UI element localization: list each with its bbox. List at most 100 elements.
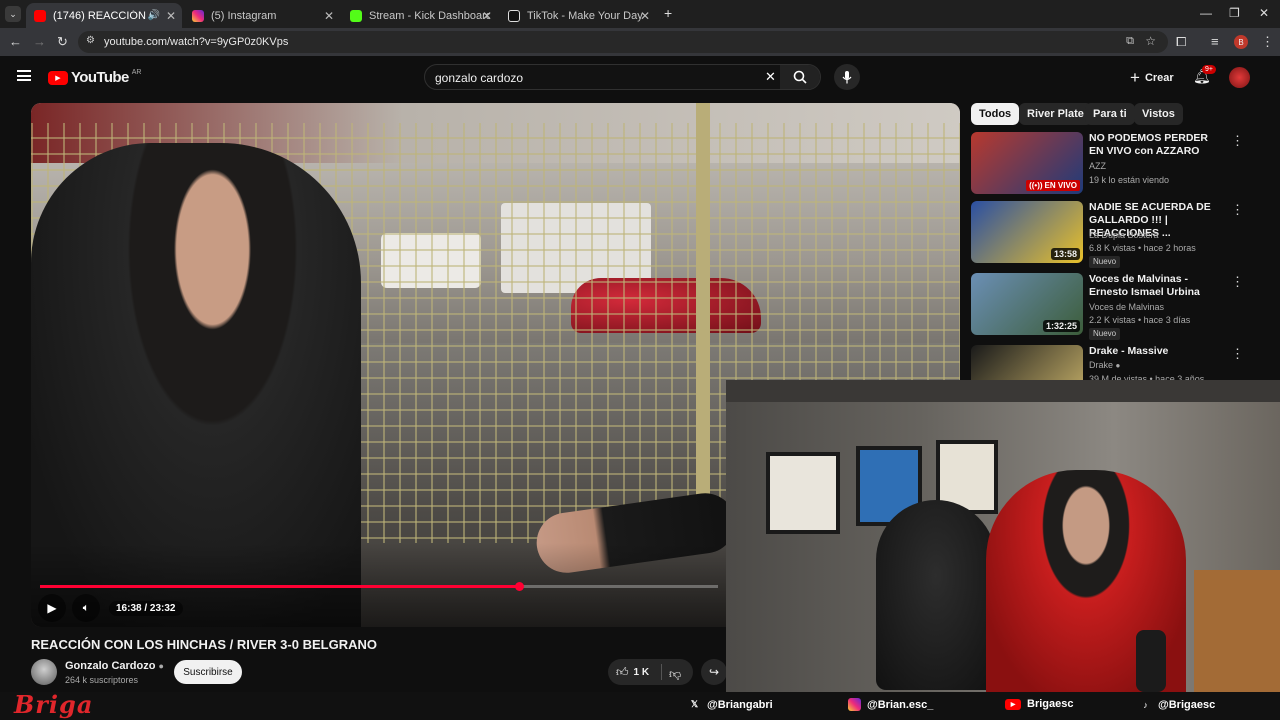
reload-icon[interactable]: ↻ [57,34,68,50]
duration-badge: 13:58 [1050,248,1080,260]
chip-label: Todos [979,108,1012,120]
tab-title: (1746) REACCIÓN CON LOS [53,9,153,22]
webcam-poster [766,452,840,534]
rec-thumbnail[interactable]: 1:32:25 [971,273,1083,335]
brand-logo: Briga [14,690,94,719]
hamburger-menu-icon[interactable] [17,70,31,81]
x-icon: 𝕏 [690,699,699,709]
channel-avatar[interactable] [31,659,57,685]
thumbs-up-icon: 👍︎ [616,665,629,679]
webcam-desk [1194,570,1280,692]
more-actions-icon[interactable]: ⋮ [1231,346,1244,362]
clear-search-icon[interactable]: ✕ [765,69,776,85]
tiktok-icon: ♪ [1143,699,1148,710]
play-icon: ▶ [47,601,57,615]
subscriber-count: 264 k suscriptores [65,675,139,685]
browser-menu-icon[interactable]: ⋮ [1261,34,1274,50]
social-handle: @Brian.esc_ [867,698,934,711]
browser-tab-youtube[interactable]: (1746) REACCIÓN CON LOS 🔊 ✕ [26,3,182,28]
dislike-button[interactable]: 👎︎ [669,665,681,683]
play-button[interactable]: ▶ [38,594,66,622]
close-window-icon[interactable]: ✕ [1259,6,1269,20]
url-text: youtube.com/watch?v=9yGP0z0KVps [104,36,289,48]
subscribe-button[interactable]: Suscribirse [174,660,242,684]
new-tab-button[interactable]: + [664,5,672,21]
close-tab-icon[interactable]: ✕ [640,9,650,23]
install-app-icon[interactable]: ⧉ [1126,35,1134,48]
back-icon[interactable]: ← [9,34,22,49]
address-bar[interactable]: ⚙ youtube.com/watch?v=9yGP0z0KVps ⧉ ☆ [78,31,1168,53]
rec-channel-text: Drake [1089,360,1114,370]
share-icon: ↪ [708,665,720,679]
youtube-logo[interactable]: ▶ YouTube AR [48,69,141,86]
voice-search-button[interactable] [834,64,860,90]
close-tab-icon[interactable]: ✕ [482,9,492,23]
volume-button[interactable]: 🔈︎ [72,594,100,622]
rec-channel[interactable]: La Dupla Bostera [1089,230,1159,240]
video-title: REACCIÓN CON LOS HINCHAS / RIVER 3-0 BEL… [31,637,377,652]
create-label: Crear [1144,72,1174,84]
notifications-button[interactable]: 🔔︎ 9+ [1193,65,1216,86]
minimize-icon[interactable]: — [1200,6,1212,20]
notification-count-badge: 9+ [1202,65,1216,74]
youtube-icon: ▶ [1005,698,1021,710]
close-tab-icon[interactable]: ✕ [324,9,334,23]
live-badge: ((•)) EN VIVO [1026,180,1080,191]
divider [661,664,662,680]
browser-tab-kick[interactable]: Stream - Kick Dashboard ✕ [342,3,498,28]
close-tab-icon[interactable]: ✕ [166,9,176,23]
channel-name-text: Gonzalo Cardozo [65,660,156,672]
site-info-icon[interactable]: ⚙ [86,35,95,46]
more-actions-icon[interactable]: ⋮ [1231,133,1244,149]
rec-thumbnail[interactable]: 13:58 [971,201,1083,263]
region-code: AR [131,69,142,76]
share-button[interactable]: ↪ [701,659,727,685]
browser-tab-tiktok[interactable]: TikTok - Make Your Day ✕ [500,3,656,28]
extensions-icon[interactable]: ⧠ [1176,34,1186,50]
verified-icon: ● [1115,361,1121,370]
search-icon [793,70,807,84]
search-button[interactable] [780,65,820,89]
forward-icon[interactable]: → [33,34,46,49]
instagram-icon [192,9,204,22]
social-x: 𝕏 @Briangabri [688,698,773,711]
social-handle: @Brigaesc [1158,698,1216,711]
more-actions-icon[interactable]: ⋮ [1231,202,1244,218]
like-button[interactable]: 👍︎ 1 K [616,665,649,680]
microphone-icon [842,70,852,83]
chip-para-ti[interactable]: Para ti [1085,103,1135,125]
search-box[interactable]: gonzalo cardozo ✕ [424,64,821,90]
rec-thumbnail[interactable]: ((•)) EN VIVO [971,132,1083,194]
rec-channel[interactable]: Drake ● [1089,360,1120,370]
social-instagram: @Brian.esc_ [848,698,933,711]
profile-avatar[interactable]: B [1234,35,1248,49]
progress-bar[interactable] [40,582,718,591]
more-actions-icon[interactable]: ⋮ [1231,274,1244,290]
rec-meta: 2.2 K vistas • hace 3 días [1089,315,1191,325]
reading-list-icon[interactable]: ≡ [1211,34,1219,49]
rec-title[interactable]: NO PODEMOS PERDER EN VIVO con AZZARO [1089,132,1225,158]
rec-title[interactable]: Voces de Malvinas - Ernesto Ismael Urbin… [1089,273,1225,299]
account-avatar[interactable] [1229,67,1250,88]
tab-search-button[interactable]: ⌄ [5,6,21,22]
instagram-icon [848,698,861,711]
chip-vistos[interactable]: Vistos [1134,103,1183,125]
chip-todos[interactable]: Todos [971,103,1020,125]
browser-tab-instagram[interactable]: (5) Instagram ✕ [184,3,340,28]
chip-river-plate[interactable]: River Plate [1019,103,1092,125]
channel-name[interactable]: Gonzalo Cardozo ● [65,660,164,672]
search-input[interactable]: gonzalo cardozo [435,71,523,85]
youtube-header: ▶ YouTube AR gonzalo cardozo ✕ + Crear 🔔… [0,56,1280,100]
profile-initial: B [1238,37,1244,47]
create-button[interactable]: + Crear [1124,65,1180,91]
social-handle: Brigaesc [1027,698,1074,710]
webcam-microphone [1136,630,1166,692]
thumbs-down-icon: 👎︎ [669,667,682,681]
bookmark-star-icon[interactable]: ☆ [1145,34,1156,48]
rec-channel[interactable]: AZZ [1089,161,1106,171]
restore-icon[interactable]: ❐ [1229,6,1240,20]
rec-channel[interactable]: Voces de Malvinas [1089,302,1164,312]
browser-toolbar: ← → ↻ ⚙ youtube.com/watch?v=9yGP0z0KVps … [0,28,1280,56]
rec-title[interactable]: Drake - Massive [1089,345,1225,358]
webcam-chair [876,500,996,690]
